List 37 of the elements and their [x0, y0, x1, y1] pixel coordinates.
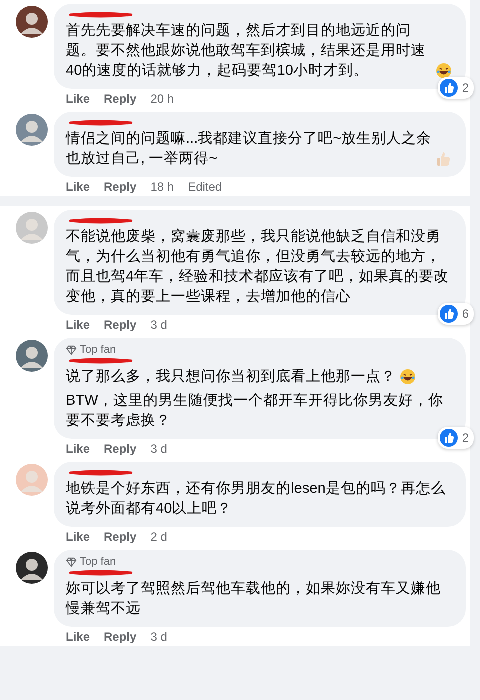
reaction-count[interactable]: 6 — [438, 303, 474, 325]
timestamp: 3 d — [150, 442, 168, 456]
like-link[interactable]: Like — [66, 442, 90, 456]
comment-text: 地铁是个好东西，还有你男朋友的lesen是包的吗？再怎么说考外面都有40以上吧？ — [66, 480, 447, 519]
reply-link[interactable]: Reply — [104, 318, 137, 332]
comment-text: 情侣之间的问题嘛...我都建议直接分了吧~放生别人之余也放过自己, 一举两得~ — [66, 130, 432, 169]
comment-text: 说了那么多，我只想问你当初到底看上他那一点？ — [66, 368, 396, 387]
diamond-icon — [66, 556, 77, 568]
laughing-emoji-icon — [400, 369, 416, 385]
top-fan-label: Top fan — [80, 556, 116, 568]
thumbs-up-icon — [440, 305, 458, 323]
thumbs-up-icon — [440, 79, 458, 97]
like-link[interactable]: Like — [66, 92, 90, 106]
timestamp: 20 h — [150, 92, 174, 106]
top-fan-label: Top fan — [80, 344, 116, 356]
timestamp: 3 d — [150, 630, 168, 644]
reply-link[interactable]: Reply — [104, 630, 137, 644]
timestamp: 3 d — [150, 318, 168, 332]
like-link[interactable]: Like — [66, 630, 90, 644]
like-link[interactable]: Like — [66, 180, 90, 194]
reply-link[interactable]: Reply — [104, 180, 137, 194]
reaction-count[interactable]: 2 — [438, 427, 474, 449]
thumbs-up-emoji-icon — [436, 151, 452, 167]
like-link[interactable]: Like — [66, 530, 90, 544]
reply-link[interactable]: Reply — [104, 442, 137, 456]
timestamp: 18 h — [150, 180, 174, 194]
like-link[interactable]: Like — [66, 318, 90, 332]
reply-link[interactable]: Reply — [104, 530, 137, 544]
comment-text: 首先先要解决车速的问题，然后才到目的地远近的问题。要不然他跟妳说他敢驾车到槟城，结果还是用时速40的速度的话就够力，起码要驾10小时才到。 — [66, 22, 427, 81]
comment-text: 妳可以考了驾照然后驾他车载他的，如果妳没有车又嫌他慢兼驾不远 — [66, 580, 442, 619]
reaction-count[interactable]: 2 — [438, 77, 474, 99]
edited-label: Edited — [188, 180, 222, 194]
laughing-emoji-icon — [436, 63, 452, 79]
timestamp: 2 d — [150, 530, 168, 544]
diamond-icon — [66, 344, 77, 356]
reply-link[interactable]: Reply — [104, 92, 137, 106]
thumbs-up-icon — [440, 429, 458, 447]
